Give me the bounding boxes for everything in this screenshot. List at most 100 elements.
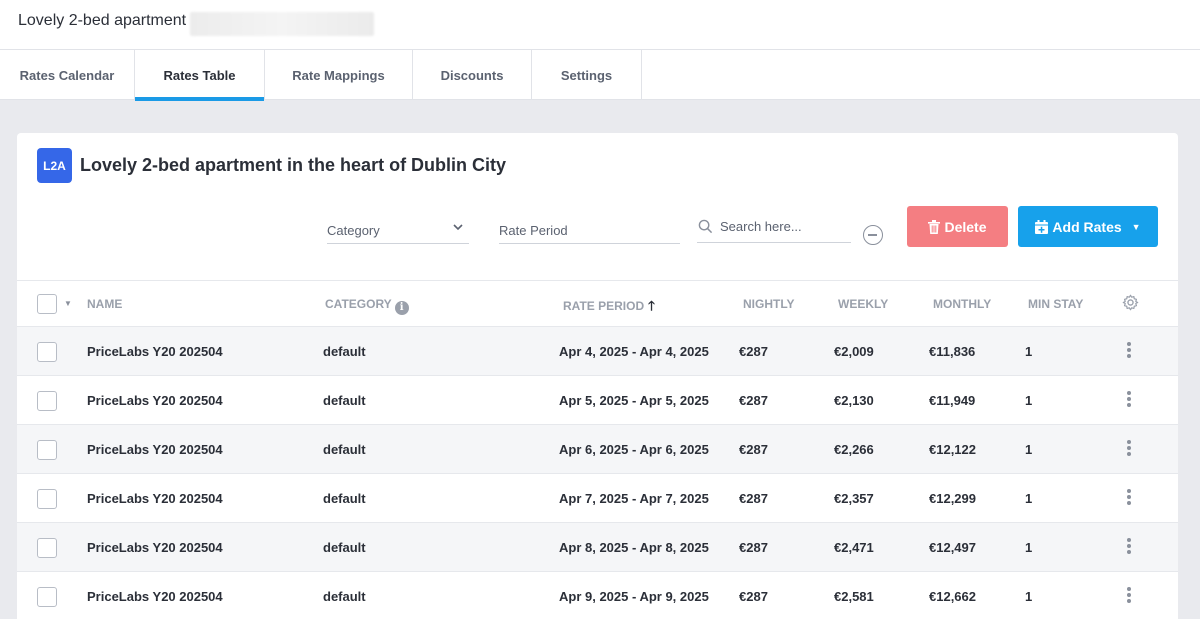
cell-weekly: €2,581: [834, 589, 874, 604]
chevron-down-icon: [453, 223, 463, 234]
header-nightly[interactable]: NIGHTLY: [743, 297, 795, 311]
search-input[interactable]: Search here...: [697, 213, 851, 243]
cell-min-stay: 1: [1025, 442, 1033, 457]
caret-down-icon: ▼: [1131, 221, 1141, 232]
cell-min-stay: 1: [1025, 344, 1033, 359]
cell-name: PriceLabs Y20 202504: [87, 393, 223, 408]
table-row[interactable]: PriceLabs Y20 202504 default Apr 6, 2025…: [17, 425, 1178, 474]
table-body: PriceLabs Y20 202504 default Apr 4, 2025…: [17, 327, 1178, 619]
delete-button-label: Delete: [944, 218, 987, 235]
cell-category: default: [323, 540, 366, 555]
gear-icon[interactable]: [1122, 294, 1139, 311]
cell-name: PriceLabs Y20 202504: [87, 344, 223, 359]
cell-monthly: €11,949: [929, 393, 976, 408]
cell-min-stay: 1: [1025, 589, 1033, 604]
cell-monthly: €12,122: [929, 442, 976, 457]
clear-filters-icon[interactable]: [863, 225, 883, 245]
table-row[interactable]: PriceLabs Y20 202504 default Apr 8, 2025…: [17, 523, 1178, 572]
cell-category: default: [323, 442, 366, 457]
cell-min-stay: 1: [1025, 540, 1033, 555]
arrow-up-icon: 🡑: [648, 298, 655, 313]
row-checkbox[interactable]: [37, 538, 57, 558]
cell-category: default: [323, 393, 366, 408]
cell-nightly: €287: [739, 442, 768, 457]
more-vertical-icon[interactable]: [1124, 390, 1134, 410]
search-icon: [698, 219, 713, 234]
category-select-label: Category: [327, 223, 380, 238]
header-category[interactable]: CATEGORY i: [325, 297, 409, 315]
cell-weekly: €2,266: [834, 442, 874, 457]
property-badge: L2A: [37, 148, 72, 183]
cell-category: default: [323, 491, 366, 506]
app-title: Lovely 2-bed apartment: [18, 12, 187, 29]
cell-name: PriceLabs Y20 202504: [87, 442, 223, 457]
header-rate-period[interactable]: RATE PERIOD 🡑: [563, 297, 655, 319]
trash-icon: [928, 219, 941, 234]
cell-name: PriceLabs Y20 202504: [87, 491, 223, 506]
cell-weekly: €2,009: [834, 344, 874, 359]
caret-down-icon[interactable]: ▼: [64, 299, 72, 308]
cell-category: default: [323, 344, 366, 359]
row-checkbox[interactable]: [37, 342, 57, 362]
property-title: Lovely 2-bed apartment in the heart of D…: [80, 155, 507, 175]
row-checkbox[interactable]: [37, 489, 57, 509]
info-icon: i: [394, 301, 409, 315]
rate-period-label: Rate Period: [499, 223, 568, 238]
redacted-address: [190, 12, 374, 36]
more-vertical-icon[interactable]: [1124, 537, 1134, 557]
add-rates-label: Add Rates: [1052, 218, 1122, 235]
more-vertical-icon[interactable]: [1124, 341, 1134, 361]
header-weekly[interactable]: WEEKLY: [838, 297, 888, 311]
cell-min-stay: 1: [1025, 491, 1033, 506]
add-rates-button[interactable]: Add Rates ▼: [1018, 206, 1158, 247]
cell-category: default: [323, 589, 366, 604]
cell-min-stay: 1: [1025, 393, 1033, 408]
row-checkbox[interactable]: [37, 391, 57, 411]
cell-nightly: €287: [739, 540, 768, 555]
cell-rate-period: Apr 7, 2025 - Apr 7, 2025: [559, 491, 709, 506]
select-all-checkbox[interactable]: [37, 294, 57, 314]
cell-weekly: €2,130: [834, 393, 874, 408]
tab-rates-table[interactable]: Rates Table: [135, 50, 265, 101]
cell-rate-period: Apr 9, 2025 - Apr 9, 2025: [559, 589, 709, 604]
more-vertical-icon[interactable]: [1124, 439, 1134, 459]
table-row[interactable]: PriceLabs Y20 202504 default Apr 4, 2025…: [17, 327, 1178, 376]
table-row[interactable]: PriceLabs Y20 202504 default Apr 7, 2025…: [17, 474, 1178, 523]
row-checkbox[interactable]: [37, 440, 57, 460]
cell-rate-period: Apr 6, 2025 - Apr 6, 2025: [559, 442, 709, 457]
cell-rate-period: Apr 5, 2025 - Apr 5, 2025: [559, 393, 709, 408]
tab-rates-calendar[interactable]: Rates Calendar: [0, 50, 135, 100]
table-row[interactable]: PriceLabs Y20 202504 default Apr 9, 2025…: [17, 572, 1178, 619]
cell-nightly: €287: [739, 589, 768, 604]
cell-nightly: €287: [739, 393, 768, 408]
header-monthly[interactable]: MONTHLY: [933, 297, 991, 311]
tab-rate-mappings[interactable]: Rate Mappings: [265, 50, 413, 100]
cell-weekly: €2,471: [834, 540, 874, 555]
search-placeholder: Search here...: [720, 219, 802, 234]
table-row[interactable]: PriceLabs Y20 202504 default Apr 5, 2025…: [17, 376, 1178, 425]
cell-rate-period: Apr 8, 2025 - Apr 8, 2025: [559, 540, 709, 555]
cell-name: PriceLabs Y20 202504: [87, 540, 223, 555]
row-checkbox[interactable]: [37, 587, 57, 607]
rate-period-input[interactable]: Rate Period: [499, 213, 680, 244]
cell-nightly: €287: [739, 344, 768, 359]
category-select[interactable]: Category: [327, 213, 469, 244]
cell-monthly: €12,497: [929, 540, 976, 555]
rates-card: L2A Lovely 2-bed apartment in the heart …: [17, 133, 1178, 619]
header-min-stay[interactable]: MIN STAY: [1028, 297, 1083, 311]
tab-bar: Rates Calendar Rates Table Rate Mappings…: [0, 50, 1200, 101]
calendar-plus-icon: [1035, 219, 1049, 234]
cell-monthly: €12,662: [929, 589, 976, 604]
more-vertical-icon[interactable]: [1124, 586, 1134, 606]
cell-monthly: €11,836: [929, 344, 976, 359]
delete-button[interactable]: Delete: [907, 206, 1008, 247]
cell-monthly: €12,299: [929, 491, 976, 506]
table-header: ▼ NAME CATEGORY i RATE PERIOD 🡑 NIGHTLY WE…: [17, 280, 1178, 327]
header-rate-period-label: RATE PERIOD: [563, 299, 645, 313]
tab-settings[interactable]: Settings: [532, 50, 642, 100]
header-category-label: CATEGORY: [325, 297, 392, 311]
cell-weekly: €2,357: [834, 491, 874, 506]
more-vertical-icon[interactable]: [1124, 488, 1134, 508]
tab-discounts[interactable]: Discounts: [413, 50, 532, 100]
header-name[interactable]: NAME: [87, 297, 122, 311]
